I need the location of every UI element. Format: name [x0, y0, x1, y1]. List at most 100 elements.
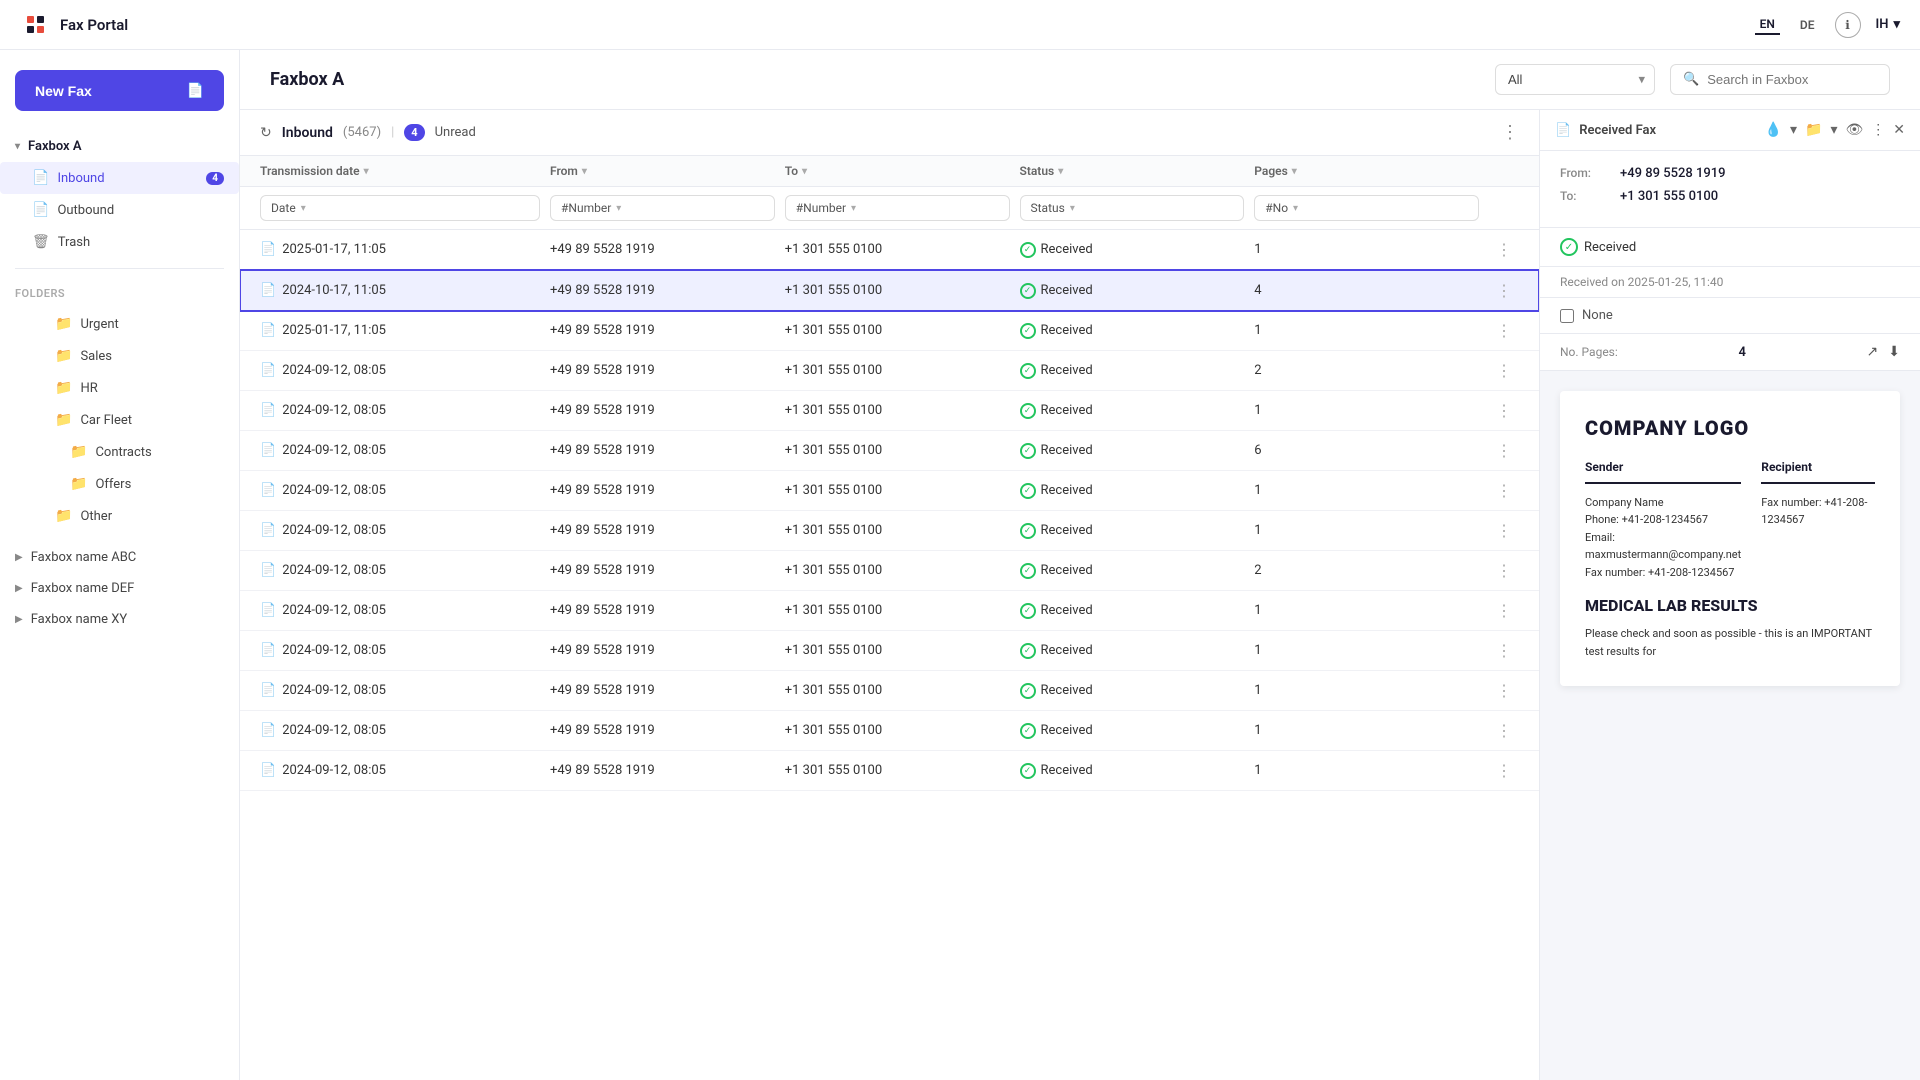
status-dot-icon: [1020, 683, 1036, 699]
sidebar-item-hr[interactable]: 📁 HR: [0, 372, 239, 404]
table-row[interactable]: 📄 2024-09-12, 08:05 +49 89 5528 1919 +1 …: [240, 431, 1539, 471]
col-header-pages[interactable]: Pages ▾: [1254, 164, 1479, 178]
car-fleet-folder-icon: 📁: [55, 412, 72, 428]
table-row[interactable]: 📄 2024-09-12, 08:05 +49 89 5528 1919 +1 …: [240, 551, 1539, 591]
row-more-button[interactable]: ⋮: [1489, 721, 1519, 740]
cell-from: +49 89 5528 1919: [550, 363, 775, 378]
table-row[interactable]: 📄 2024-09-12, 08:05 +49 89 5528 1919 +1 …: [240, 751, 1539, 791]
table-row[interactable]: 📄 2025-01-17, 11:05 +49 89 5528 1919 +1 …: [240, 230, 1539, 270]
sidebar-item-inbound[interactable]: 📄 Inbound 4: [0, 162, 239, 194]
date-filter-pill[interactable]: Date ▾: [260, 195, 540, 221]
download-icon[interactable]: ⬇: [1888, 344, 1900, 360]
row-more-button[interactable]: ⋮: [1489, 401, 1519, 420]
cell-to: +1 301 555 0100: [785, 643, 1010, 658]
list-title: Inbound: [282, 125, 333, 141]
table-row[interactable]: 📄 2024-09-12, 08:05 +49 89 5528 1919 +1 …: [240, 391, 1539, 431]
col-header-to[interactable]: To ▾: [785, 164, 1010, 178]
contracts-label: Contracts: [95, 445, 151, 460]
sidebar-item-trash[interactable]: 🗑 Trash: [0, 226, 239, 258]
table-row[interactable]: 📄 2024-09-12, 08:05 +49 89 5528 1919 +1 …: [240, 351, 1539, 391]
contracts-folder-icon: 📁: [70, 444, 87, 460]
from-filter-pill[interactable]: #Number ▾: [550, 195, 775, 221]
table-row[interactable]: 📄 2024-09-12, 08:05 +49 89 5528 1919 +1 …: [240, 631, 1539, 671]
cell-status: Received: [1020, 723, 1245, 739]
folder-icon[interactable]: 📁: [1805, 122, 1822, 138]
row-more-button[interactable]: ⋮: [1489, 761, 1519, 780]
status-check-icon: [1560, 238, 1578, 256]
sidebar-item-other[interactable]: 📁 Other: [0, 500, 239, 532]
doc-sender-divider: [1585, 482, 1741, 484]
row-more-button[interactable]: ⋮: [1489, 281, 1519, 300]
content-header-right: All Inbound Outbound 🔍: [1495, 64, 1890, 95]
sidebar-item-car-fleet[interactable]: 📁 Car Fleet: [0, 404, 239, 436]
refresh-icon[interactable]: ↻: [260, 125, 272, 141]
sidebar-item-outbound[interactable]: 📄 Outbound: [0, 194, 239, 226]
preview-more-button[interactable]: ⋮: [1871, 122, 1885, 138]
sidebar-item-offers[interactable]: 📁 Offers: [0, 468, 239, 500]
cell-pages: 1: [1254, 603, 1479, 618]
eye-icon[interactable]: 👁: [1845, 122, 1863, 138]
fax-row-icon: 📄: [260, 483, 276, 498]
row-more-button[interactable]: ⋮: [1489, 601, 1519, 620]
new-fax-button[interactable]: New Fax 📄: [15, 70, 224, 111]
row-more-button[interactable]: ⋮: [1489, 321, 1519, 340]
sort-date-icon: ▾: [364, 166, 369, 177]
filter-select[interactable]: All Inbound Outbound: [1495, 64, 1655, 95]
sidebar-item-urgent[interactable]: 📁 Urgent: [0, 308, 239, 340]
new-fax-label: New Fax: [35, 83, 92, 99]
row-more-button[interactable]: ⋮: [1489, 681, 1519, 700]
col-header-from[interactable]: From ▾: [550, 164, 775, 178]
table-row[interactable]: 📄 2024-09-12, 08:05 +49 89 5528 1919 +1 …: [240, 711, 1539, 751]
cell-date: 📄 2024-09-12, 08:05: [260, 763, 540, 778]
lang-en-button[interactable]: EN: [1755, 15, 1780, 35]
cell-pages: 1: [1254, 683, 1479, 698]
chevron-down-icon[interactable]: ▾: [1790, 122, 1797, 138]
row-more-button[interactable]: ⋮: [1489, 521, 1519, 540]
user-menu-button[interactable]: IH ▾: [1876, 17, 1900, 32]
table-row[interactable]: 📄 2024-09-12, 08:05 +49 89 5528 1919 +1 …: [240, 471, 1539, 511]
status-text: Received: [1041, 563, 1093, 578]
table-row[interactable]: 📄 2024-09-12, 08:05 +49 89 5528 1919 +1 …: [240, 511, 1539, 551]
filter-select-wrapper: All Inbound Outbound: [1495, 64, 1655, 95]
status-filter-pill[interactable]: Status ▾: [1020, 195, 1245, 221]
pages-label: No. Pages:: [1560, 345, 1618, 359]
water-drop-icon[interactable]: 💧: [1765, 122, 1782, 138]
col-header-date[interactable]: Transmission date ▾: [260, 164, 540, 178]
cell-to: +1 301 555 0100: [785, 323, 1010, 338]
table-row[interactable]: 📄 2024-09-12, 08:05 +49 89 5528 1919 +1 …: [240, 671, 1539, 711]
col-header-status[interactable]: Status ▾: [1020, 164, 1245, 178]
table-row[interactable]: 📄 2024-09-12, 08:05 +49 89 5528 1919 +1 …: [240, 591, 1539, 631]
faxbox-a-header[interactable]: ▾ Faxbox A: [0, 131, 239, 162]
row-more-button[interactable]: ⋮: [1489, 361, 1519, 380]
faxbox-a-chevron-icon: ▾: [15, 141, 20, 152]
row-more-button[interactable]: ⋮: [1489, 441, 1519, 460]
faxbox-xy-item[interactable]: ▶ Faxbox name XY: [0, 604, 239, 635]
pages-filter-pill[interactable]: #No ▾: [1254, 195, 1479, 221]
sidebar-item-sales[interactable]: 📁 Sales: [0, 340, 239, 372]
to-filter-pill[interactable]: #Number ▾: [785, 195, 1010, 221]
close-icon[interactable]: ✕: [1893, 122, 1905, 138]
fax-row-icon: 📄: [260, 523, 276, 538]
folder-chevron-icon[interactable]: ▾: [1830, 122, 1837, 138]
table-row[interactable]: 📄 2024-10-17, 11:05 +49 89 5528 1919 +1 …: [240, 270, 1539, 311]
row-more-button[interactable]: ⋮: [1489, 481, 1519, 500]
tag-checkbox[interactable]: [1560, 309, 1574, 323]
row-more-button[interactable]: ⋮: [1489, 641, 1519, 660]
cell-status: Received: [1020, 523, 1245, 539]
content-area: Faxbox A All Inbound Outbound 🔍: [240, 50, 1920, 1080]
external-link-icon[interactable]: ↗: [1867, 344, 1879, 360]
row-more-button[interactable]: ⋮: [1489, 240, 1519, 259]
preview-header-label: Received Fax: [1579, 123, 1656, 138]
faxbox-def-item[interactable]: ▶ Faxbox name DEF: [0, 573, 239, 604]
table-row[interactable]: 📄 2025-01-17, 11:05 +49 89 5528 1919 +1 …: [240, 311, 1539, 351]
info-icon-button[interactable]: ℹ: [1835, 12, 1861, 38]
faxbox-abc-item[interactable]: ▶ Faxbox name ABC: [0, 542, 239, 573]
status-dot-icon: [1020, 763, 1036, 779]
search-input[interactable]: [1707, 72, 1877, 87]
other-folder-icon: 📁: [55, 508, 72, 524]
row-more-button[interactable]: ⋮: [1489, 561, 1519, 580]
lang-de-button[interactable]: DE: [1795, 16, 1820, 34]
sidebar-item-contracts[interactable]: 📁 Contracts: [0, 436, 239, 468]
list-more-button[interactable]: ⋮: [1501, 122, 1519, 143]
sales-label: Sales: [80, 349, 112, 364]
